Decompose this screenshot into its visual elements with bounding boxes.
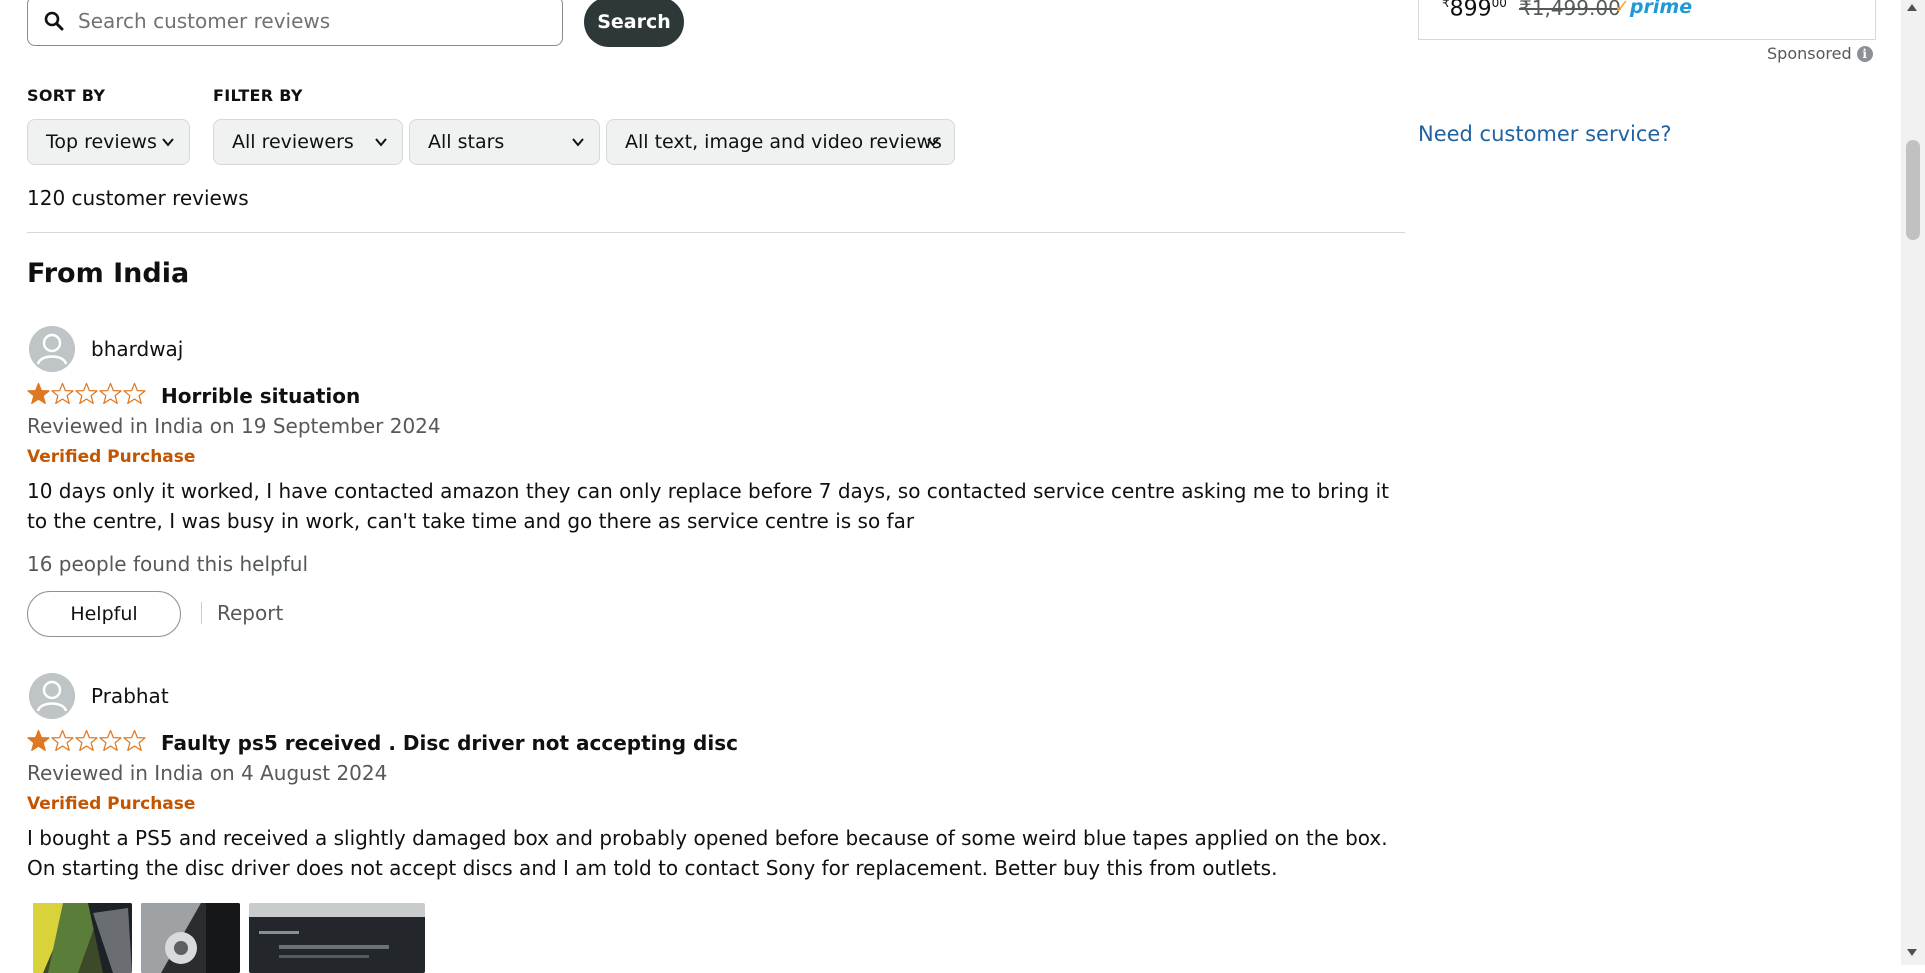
scrollbar-thumb[interactable] — [1906, 140, 1920, 240]
review-title[interactable]: Faulty ps5 received . Disc driver not ac… — [161, 731, 738, 755]
ad-price: ₹89900 — [1442, 0, 1507, 21]
sponsored-text: Sponsored — [1767, 44, 1852, 63]
section-title: From India — [27, 258, 190, 289]
avatar-icon — [29, 673, 75, 719]
star-empty-icon — [123, 729, 146, 751]
verified-purchase-badge[interactable]: Verified Purchase — [27, 447, 195, 467]
scroll-down-arrow-icon[interactable] — [1905, 946, 1919, 960]
star-empty-icon — [75, 382, 98, 404]
star-empty-icon — [51, 729, 74, 751]
search-button[interactable]: Search — [584, 0, 684, 47]
chevron-down-icon — [927, 138, 939, 147]
search-input[interactable] — [76, 8, 520, 34]
review-image — [141, 903, 240, 973]
avatar — [29, 673, 75, 719]
reviewers-filter-dropdown[interactable]: All reviewers — [213, 119, 403, 165]
star-empty-icon — [51, 382, 74, 404]
star-filled-icon — [27, 382, 50, 404]
star-rating — [27, 382, 146, 405]
review-body: 10 days only it worked, I have contacted… — [27, 479, 1389, 533]
review-body: I bought a PS5 and received a slightly d… — [27, 826, 1388, 880]
review-image — [33, 903, 132, 973]
helpful-count: 16 people found this helpful — [27, 552, 308, 576]
info-icon[interactable]: i — [1856, 45, 1873, 62]
prime-label: prime — [1629, 0, 1693, 18]
review-count: 120 customer reviews — [27, 186, 249, 210]
review-image-thumbnail[interactable] — [249, 903, 425, 973]
reviewers-filter-value: All reviewers — [232, 131, 354, 153]
prime-check-icon: ✓ — [1614, 0, 1630, 18]
star-empty-icon — [99, 729, 122, 751]
star-empty-icon — [99, 382, 122, 404]
customer-service-link[interactable]: Need customer service? — [1418, 122, 1672, 146]
review-author[interactable]: bhardwaj — [91, 337, 183, 361]
price-fraction: 00 — [1491, 0, 1507, 10]
star-rating — [27, 729, 146, 752]
sort-dropdown[interactable]: Top reviews — [27, 119, 190, 165]
stars-filter-dropdown[interactable]: All stars — [409, 119, 600, 165]
ad-list-price: ₹1,499.00 — [1519, 0, 1621, 20]
currency-symbol: ₹ — [1442, 0, 1450, 10]
avatar-icon — [29, 326, 75, 372]
separator — [201, 602, 202, 624]
sort-dropdown-value: Top reviews — [46, 131, 157, 153]
review-author[interactable]: Prabhat — [91, 684, 169, 708]
report-link[interactable]: Report — [217, 601, 283, 625]
verified-purchase-badge[interactable]: Verified Purchase — [27, 794, 195, 814]
review-image — [249, 903, 425, 973]
review-image-thumbnail[interactable] — [141, 903, 240, 973]
star-empty-icon — [75, 729, 98, 751]
helpful-button[interactable]: Helpful — [27, 591, 181, 637]
review-date: Reviewed in India on 4 August 2024 — [27, 761, 388, 785]
review-date: Reviewed in India on 19 September 2024 — [27, 414, 441, 438]
filter-by-label: FILTER BY — [213, 86, 303, 105]
stars-filter-value: All stars — [428, 131, 505, 153]
chevron-down-icon — [572, 138, 584, 147]
media-filter-value: All text, image and video reviews — [625, 131, 942, 153]
price-whole: 899 — [1449, 0, 1492, 22]
media-filter-dropdown[interactable]: All text, image and video reviews — [606, 119, 955, 165]
search-icon — [44, 11, 64, 31]
star-empty-icon — [123, 382, 146, 404]
sort-by-label: SORT BY — [27, 86, 106, 105]
prime-badge: ✓prime — [1614, 0, 1692, 18]
sponsored-label[interactable]: Sponsored i — [1767, 44, 1873, 63]
chevron-down-icon — [162, 138, 174, 147]
review-search-box — [27, 0, 563, 46]
avatar — [29, 326, 75, 372]
divider — [27, 232, 1405, 233]
review-image-thumbnail[interactable] — [33, 903, 132, 973]
star-filled-icon — [27, 729, 50, 751]
chevron-down-icon — [375, 138, 387, 147]
review-title[interactable]: Horrible situation — [161, 384, 360, 408]
scroll-up-arrow-icon[interactable] — [1905, 0, 1919, 14]
